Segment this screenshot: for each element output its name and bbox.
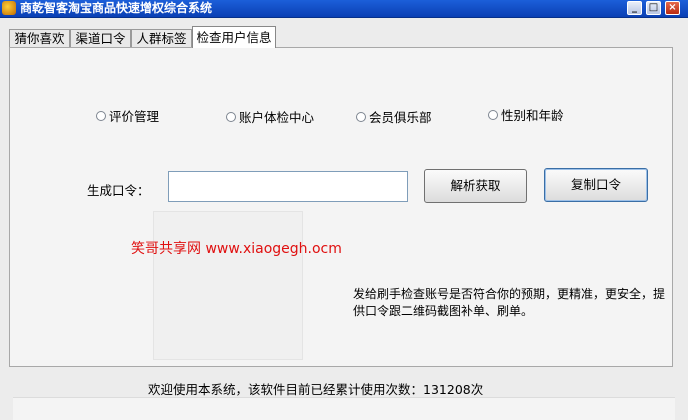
radio-member-club[interactable]: 会员俱乐部 xyxy=(356,107,432,126)
maximize-button[interactable]: □ xyxy=(646,1,661,15)
code-input[interactable] xyxy=(168,171,408,202)
app-logo-icon xyxy=(2,1,16,15)
radio-circle-icon xyxy=(96,110,106,121)
radio-label: 性别和年龄 xyxy=(501,108,564,123)
tab-check-user-info[interactable]: 检查用户信息 xyxy=(192,26,276,48)
minimize-button[interactable]: _ xyxy=(627,1,642,15)
radio-label: 会员俱乐部 xyxy=(369,110,432,125)
footer-bar xyxy=(13,397,675,420)
copy-code-button[interactable]: 复制口令 xyxy=(544,168,648,202)
tab-crowd-tags[interactable]: 人群标签 xyxy=(131,29,192,47)
code-label: 生成口令： xyxy=(87,183,150,198)
radio-review-management[interactable]: 评价管理 xyxy=(96,106,159,125)
radio-label: 账户体检中心 xyxy=(239,110,315,125)
description-text: 发给刷手检查账号是否符合你的预期，更精准，更安全，提供口令跟二维码截图补单、刷单… xyxy=(353,287,666,318)
watermark-text: 笑哥共享网 www.xiaogegh.ocm xyxy=(131,241,342,257)
status-text: 欢迎使用本系统，该软件目前已经累计使用次数：131208次 xyxy=(148,382,484,397)
close-button[interactable]: × xyxy=(665,1,680,15)
parse-button[interactable]: 解析获取 xyxy=(424,169,527,203)
radio-circle-icon xyxy=(226,111,236,122)
radio-account-checkup[interactable]: 账户体检中心 xyxy=(226,107,314,126)
radio-gender-age[interactable]: 性别和年龄 xyxy=(488,105,564,124)
radio-circle-icon xyxy=(488,109,498,120)
qr-code-area xyxy=(153,211,303,360)
tab-channel-code[interactable]: 渠道口令 xyxy=(70,29,131,47)
title-bar: 商乾智客淘宝商品快速增权综合系统 _ □ × xyxy=(0,0,688,18)
radio-circle-icon xyxy=(356,111,366,122)
tab-guess-you-like[interactable]: 猜你喜欢 xyxy=(9,29,70,47)
window-title: 商乾智客淘宝商品快速增权综合系统 xyxy=(20,1,213,15)
radio-label: 评价管理 xyxy=(109,109,160,124)
main-panel: 评价管理 账户体检中心 会员俱乐部 性别和年龄 生成口令： 解析获取 复制口令 … xyxy=(9,47,673,367)
